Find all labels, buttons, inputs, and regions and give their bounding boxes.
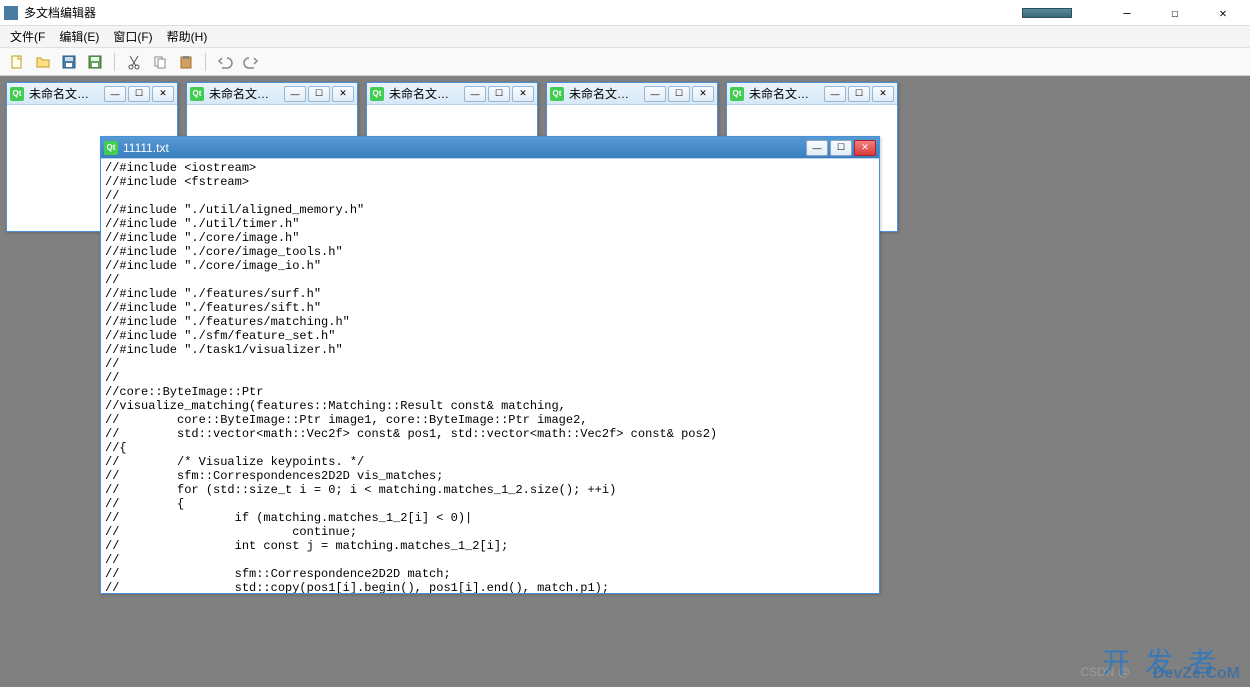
child-min-button[interactable]: —	[806, 140, 828, 156]
watermark-devze: DevZe.CoM	[1153, 665, 1240, 683]
qt-icon: Qt	[550, 87, 564, 101]
undo-button[interactable]	[214, 51, 236, 73]
close-button[interactable]: ✕	[1208, 3, 1238, 23]
child-min-button[interactable]: —	[464, 86, 486, 102]
redo-icon	[243, 54, 259, 70]
paste-icon	[178, 54, 194, 70]
menubar: 文件(F 编辑(E) 窗口(F) 帮助(H)	[0, 26, 1250, 48]
child-close-button[interactable]: ✕	[332, 86, 354, 102]
maximize-button[interactable]: ☐	[1160, 3, 1190, 23]
child-controls: —☐✕	[806, 140, 876, 156]
new-button[interactable]	[6, 51, 28, 73]
child-min-button[interactable]: —	[104, 86, 126, 102]
child-titlebar[interactable]: Qt未命名文档2...—☐✕	[187, 83, 357, 105]
copy-button[interactable]	[149, 51, 171, 73]
child-controls: —☐✕	[104, 86, 174, 102]
child-titlebar[interactable]: Qt未命名文档3...—☐✕	[367, 83, 537, 105]
child-close-button[interactable]: ✕	[692, 86, 714, 102]
saveas-button[interactable]	[84, 51, 106, 73]
app-icon	[4, 6, 18, 20]
child-titlebar[interactable]: Qt未命名文档1...—☐✕	[7, 83, 177, 105]
child-controls: —☐✕	[284, 86, 354, 102]
menu-help[interactable]: 帮助(H)	[161, 26, 214, 47]
child-title: 未命名文档5...	[747, 85, 821, 102]
child-title: 11111.txt	[121, 141, 803, 155]
window-controls: — ☐ ✕	[1112, 3, 1246, 23]
cut-button[interactable]	[123, 51, 145, 73]
qt-icon: Qt	[730, 87, 744, 101]
open-button[interactable]	[32, 51, 54, 73]
app-title: 多文档编辑器	[24, 4, 1022, 21]
child-title: 未命名文档4...	[567, 85, 641, 102]
qt-icon: Qt	[104, 141, 118, 155]
open-folder-icon	[35, 54, 51, 70]
child-title: 未命名文档1...	[27, 85, 101, 102]
child-close-button[interactable]: ✕	[512, 86, 534, 102]
child-max-button[interactable]: ☐	[668, 86, 690, 102]
toolbar-separator-2	[205, 53, 206, 71]
code-content[interactable]: //#include <iostream> //#include <fstrea…	[101, 159, 879, 593]
save-icon	[61, 54, 77, 70]
copy-icon	[152, 54, 168, 70]
qt-icon: Qt	[190, 87, 204, 101]
titlebar-indicator	[1022, 8, 1072, 18]
child-controls: —☐✕	[464, 86, 534, 102]
child-controls: —☐✕	[824, 86, 894, 102]
child-titlebar[interactable]: Qt未命名文档5...—☐✕	[727, 83, 897, 105]
saveas-icon	[87, 54, 103, 70]
child-min-button[interactable]: —	[644, 86, 666, 102]
child-max-button[interactable]: ☐	[488, 86, 510, 102]
toolbar	[0, 48, 1250, 76]
menu-file[interactable]: 文件(F	[4, 26, 51, 47]
redo-button[interactable]	[240, 51, 262, 73]
active-child-window[interactable]: Qt11111.txt—☐✕//#include <iostream> //#i…	[100, 136, 880, 594]
mdi-area[interactable]: Qt未命名文档1...—☐✕Qt未命名文档2...—☐✕Qt未命名文档3...—…	[0, 76, 1250, 687]
toolbar-separator	[114, 53, 115, 71]
child-titlebar[interactable]: Qt11111.txt—☐✕	[101, 137, 879, 159]
menu-window[interactable]: 窗口(F)	[107, 26, 158, 47]
qt-icon: Qt	[370, 87, 384, 101]
child-controls: —☐✕	[644, 86, 714, 102]
child-min-button[interactable]: —	[284, 86, 306, 102]
child-max-button[interactable]: ☐	[128, 86, 150, 102]
child-close-button[interactable]: ✕	[872, 86, 894, 102]
cut-icon	[126, 54, 142, 70]
code-editor[interactable]: //#include <iostream> //#include <fstrea…	[101, 159, 879, 593]
paste-button[interactable]	[175, 51, 197, 73]
new-file-icon	[9, 54, 25, 70]
child-min-button[interactable]: —	[824, 86, 846, 102]
child-title: 未命名文档3...	[387, 85, 461, 102]
qt-icon: Qt	[10, 87, 24, 101]
child-max-button[interactable]: ☐	[308, 86, 330, 102]
child-title: 未命名文档2...	[207, 85, 281, 102]
menu-edit[interactable]: 编辑(E)	[53, 26, 105, 47]
minimize-button[interactable]: —	[1112, 3, 1142, 23]
child-max-button[interactable]: ☐	[830, 140, 852, 156]
main-titlebar: 多文档编辑器 — ☐ ✕	[0, 0, 1250, 26]
undo-icon	[217, 54, 233, 70]
save-button[interactable]	[58, 51, 80, 73]
child-close-button[interactable]: ✕	[152, 86, 174, 102]
child-max-button[interactable]: ☐	[848, 86, 870, 102]
child-close-button[interactable]: ✕	[854, 140, 876, 156]
child-titlebar[interactable]: Qt未命名文档4...—☐✕	[547, 83, 717, 105]
